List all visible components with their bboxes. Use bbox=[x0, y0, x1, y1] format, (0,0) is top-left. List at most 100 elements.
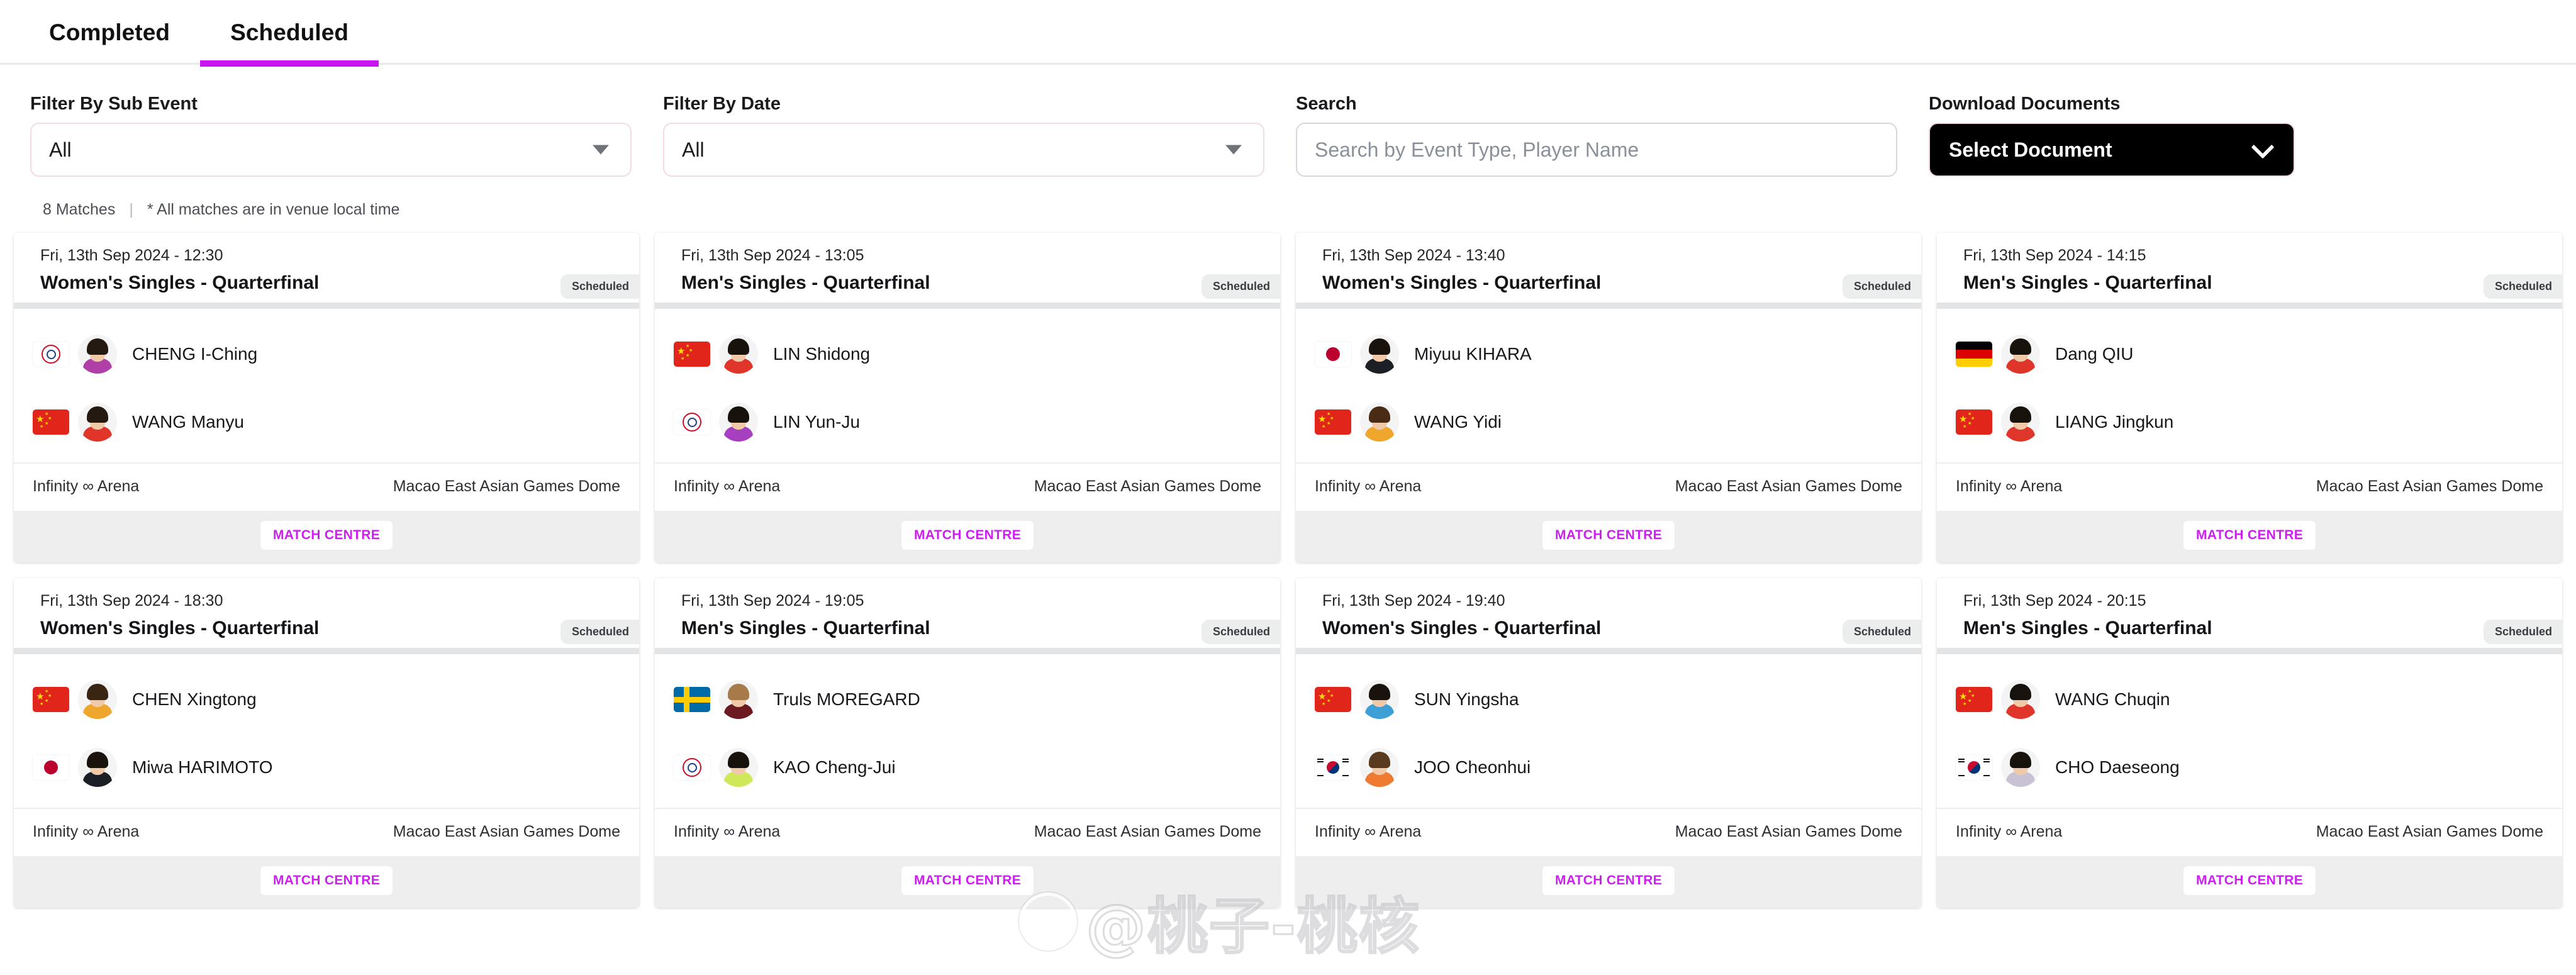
player-avatar bbox=[719, 335, 758, 374]
match-centre-button[interactable]: MATCH CENTRE bbox=[1541, 520, 1676, 551]
status-badge: Scheduled bbox=[1842, 274, 1921, 299]
match-card-header: Fri, 13th Sep 2024 - 20:15 Men's Singles… bbox=[1937, 578, 2562, 648]
filter-date-select[interactable]: All bbox=[663, 123, 1264, 177]
match-card-header: Fri, 13th Sep 2024 - 13:05 Men's Singles… bbox=[655, 233, 1280, 303]
player-list: Dang QIU ★ ★ ★ ★ ★ LIANG Jingkun bbox=[1937, 309, 2562, 462]
select-document-value: Select Document bbox=[1949, 138, 2112, 161]
match-datetime: Fri, 13th Sep 2024 - 13:40 bbox=[1322, 247, 1505, 264]
match-centre-button[interactable]: MATCH CENTRE bbox=[2182, 520, 2317, 551]
match-card-header: Fri, 13th Sep 2024 - 19:05 Men's Singles… bbox=[655, 578, 1280, 648]
player-name: JOO Cheonhui bbox=[1414, 757, 1531, 777]
match-centre-button[interactable]: MATCH CENTRE bbox=[2182, 865, 2317, 896]
match-card[interactable]: Fri, 13th Sep 2024 - 12:30 Women's Singl… bbox=[14, 233, 639, 562]
match-card[interactable]: Fri, 13th Sep 2024 - 18:30 Women's Singl… bbox=[14, 578, 639, 908]
filter-date-value: All bbox=[682, 138, 705, 161]
player-name: CHENG I-Ching bbox=[132, 344, 258, 364]
player-row: LIN Yun-Ju bbox=[655, 388, 1280, 456]
match-card[interactable]: Fri, 13th Sep 2024 - 20:15 Men's Singles… bbox=[1937, 578, 2562, 908]
venue-row: Infinity ∞ Arena Macao East Asian Games … bbox=[1296, 808, 1921, 856]
filter-sub-event-select[interactable]: All bbox=[30, 123, 632, 177]
player-row: ★ ★ ★ ★ ★ WANG Chuqin bbox=[1937, 666, 2562, 733]
player-name: LIANG Jingkun bbox=[2055, 412, 2174, 432]
filter-sub-event-value: All bbox=[49, 138, 72, 161]
search-box[interactable] bbox=[1296, 123, 1897, 177]
match-card[interactable]: Fri, 13th Sep 2024 - 13:40 Women's Singl… bbox=[1296, 233, 1921, 562]
match-card-footer: MATCH CENTRE bbox=[655, 511, 1280, 562]
flag-icon-china: ★ ★ ★ ★ ★ bbox=[33, 687, 69, 712]
search-input[interactable] bbox=[1315, 138, 1878, 162]
status-badge: Scheduled bbox=[1842, 620, 1921, 644]
player-row: ★ ★ ★ ★ ★ SUN Yingsha bbox=[1296, 666, 1921, 733]
tab-scheduled[interactable]: Scheduled bbox=[200, 0, 379, 67]
status-badge: Scheduled bbox=[560, 274, 639, 299]
download-group: Download Documents Select Document bbox=[1929, 94, 2306, 177]
flag-icon-japan bbox=[33, 755, 69, 780]
player-avatar bbox=[1360, 680, 1399, 719]
status-badge: Scheduled bbox=[1201, 274, 1280, 299]
player-row: ★ ★ ★ ★ ★ LIN Shidong bbox=[655, 320, 1280, 388]
player-avatar bbox=[719, 680, 758, 719]
match-centre-button[interactable]: MATCH CENTRE bbox=[900, 520, 1035, 551]
flag-icon-germany bbox=[1956, 342, 1992, 367]
match-card[interactable]: Fri, 13th Sep 2024 - 19:05 Men's Singles… bbox=[655, 578, 1280, 908]
flag-icon-china: ★ ★ ★ ★ ★ bbox=[1315, 687, 1351, 712]
player-list: ★ ★ ★ ★ ★ SUN Yingsha JOO Cheonhui bbox=[1296, 654, 1921, 808]
match-datetime: Fri, 13th Sep 2024 - 14:15 bbox=[1963, 247, 2146, 264]
player-name: Truls MOREGARD bbox=[773, 689, 920, 709]
player-name: Miyuu KIHARA bbox=[1414, 344, 1532, 364]
match-title: Women's Singles - Quarterfinal bbox=[1322, 618, 1602, 638]
match-datetime: Fri, 13th Sep 2024 - 18:30 bbox=[40, 592, 223, 610]
player-name: LIN Shidong bbox=[773, 344, 871, 364]
match-count: 8 Matches bbox=[43, 201, 116, 218]
player-avatar bbox=[78, 680, 117, 719]
match-datetime: Fri, 13th Sep 2024 - 13:05 bbox=[681, 247, 864, 264]
match-card[interactable]: Fri, 13th Sep 2024 - 14:15 Men's Singles… bbox=[1937, 233, 2562, 562]
player-row: ★ ★ ★ ★ ★ LIANG Jingkun bbox=[1937, 388, 2562, 456]
match-card-footer: MATCH CENTRE bbox=[14, 511, 639, 562]
player-list: ★ ★ ★ ★ ★ LIN Shidong LIN Yun-Ju bbox=[655, 309, 1280, 462]
match-datetime: Fri, 13th Sep 2024 - 19:40 bbox=[1322, 592, 1505, 610]
player-list: ★ ★ ★ ★ ★ WANG Chuqin CHO Daeseong bbox=[1937, 654, 2562, 808]
venue-row: Infinity ∞ Arena Macao East Asian Games … bbox=[1296, 462, 1921, 511]
player-list: ★ ★ ★ ★ ★ CHEN Xingtong Miwa HARIMOTO bbox=[14, 654, 639, 808]
match-card-header: Fri, 13th Sep 2024 - 13:40 Women's Singl… bbox=[1296, 233, 1921, 303]
match-centre-button[interactable]: MATCH CENTRE bbox=[900, 865, 1035, 896]
select-document-button[interactable]: Select Document bbox=[1929, 123, 2295, 177]
match-card-footer: MATCH CENTRE bbox=[1296, 856, 1921, 908]
tab-completed[interactable]: Completed bbox=[19, 0, 200, 65]
header-divider-strip bbox=[1296, 303, 1921, 309]
venue-name: Macao East Asian Games Dome bbox=[1675, 477, 1902, 495]
player-avatar bbox=[1360, 335, 1399, 374]
filter-date-group: Filter By Date All bbox=[663, 94, 1296, 177]
player-row: CHENG I-Ching bbox=[14, 320, 639, 388]
header-divider-strip bbox=[1937, 303, 2562, 309]
flag-icon-japan bbox=[1315, 342, 1351, 367]
flag-icon-sweden bbox=[674, 687, 710, 712]
match-card-footer: MATCH CENTRE bbox=[1937, 856, 2562, 908]
player-name: SUN Yingsha bbox=[1414, 689, 1519, 709]
match-centre-button[interactable]: MATCH CENTRE bbox=[259, 865, 394, 896]
player-avatar bbox=[2001, 335, 2040, 374]
flag-icon-china: ★ ★ ★ ★ ★ bbox=[33, 410, 69, 435]
match-title: Women's Singles - Quarterfinal bbox=[40, 618, 320, 638]
match-centre-button[interactable]: MATCH CENTRE bbox=[1541, 865, 1676, 896]
player-row: Dang QIU bbox=[1937, 320, 2562, 388]
player-row: JOO Cheonhui bbox=[1296, 733, 1921, 801]
venue-name: Macao East Asian Games Dome bbox=[393, 477, 620, 495]
player-avatar bbox=[2001, 403, 2040, 442]
flag-icon-korea bbox=[1956, 755, 1992, 780]
match-card[interactable]: Fri, 13th Sep 2024 - 13:05 Men's Singles… bbox=[655, 233, 1280, 562]
arena-name: Infinity ∞ Arena bbox=[1956, 823, 2063, 840]
chevron-down-icon bbox=[2251, 135, 2275, 159]
player-avatar bbox=[78, 403, 117, 442]
tab-bar: Completed Scheduled bbox=[0, 0, 2576, 67]
match-datetime: Fri, 13th Sep 2024 - 12:30 bbox=[40, 247, 223, 264]
venue-row: Infinity ∞ Arena Macao East Asian Games … bbox=[1937, 808, 2562, 856]
player-avatar bbox=[2001, 748, 2040, 787]
venue-name: Macao East Asian Games Dome bbox=[393, 823, 620, 840]
match-centre-button[interactable]: MATCH CENTRE bbox=[259, 520, 394, 551]
match-card[interactable]: Fri, 13th Sep 2024 - 19:40 Women's Singl… bbox=[1296, 578, 1921, 908]
arena-name: Infinity ∞ Arena bbox=[1956, 477, 2063, 495]
player-row: ★ ★ ★ ★ ★ CHEN Xingtong bbox=[14, 666, 639, 733]
download-documents-label: Download Documents bbox=[1929, 94, 2121, 114]
